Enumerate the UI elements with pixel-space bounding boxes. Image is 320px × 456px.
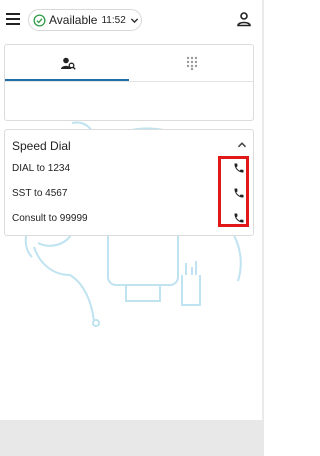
speed-dial-label: Consult to 99999 <box>12 213 88 224</box>
speed-dial-label: DIAL to 1234 <box>12 163 71 174</box>
top-bar: Available 11:52 <box>0 0 264 40</box>
check-circle-icon <box>33 13 46 27</box>
person-icon[interactable] <box>236 11 252 27</box>
speed-dial-item[interactable]: DIAL to 1234 <box>5 157 253 181</box>
speed-dial-title: Speed Dial <box>12 139 71 153</box>
speed-dial-item[interactable]: SST to 4567 <box>5 182 253 206</box>
speed-dial-label: SST to 4567 <box>12 188 68 199</box>
status-label: Available <box>49 13 98 27</box>
scroll-edge <box>262 0 264 420</box>
chevron-down-icon <box>130 17 138 23</box>
speed-dial-card: Speed Dial DIAL to 1234 SST to 4567 Cons… <box>4 129 254 236</box>
status-selector[interactable]: Available 11:52 <box>28 9 142 31</box>
tabs-divider <box>5 81 253 82</box>
menu-icon[interactable] <box>6 13 20 25</box>
tab-keypad[interactable] <box>129 45 254 81</box>
footer-bar <box>0 420 264 456</box>
status-time: 11:52 <box>101 14 126 26</box>
dialer-tabs-card <box>4 44 254 121</box>
chevron-up-icon[interactable] <box>237 140 247 150</box>
speed-dial-item[interactable]: Consult to 99999 <box>5 207 253 231</box>
person-search-icon <box>61 57 76 70</box>
dialpad-icon <box>186 56 198 70</box>
tab-dialer-search[interactable] <box>5 45 129 81</box>
call-buttons-highlight <box>218 156 249 227</box>
